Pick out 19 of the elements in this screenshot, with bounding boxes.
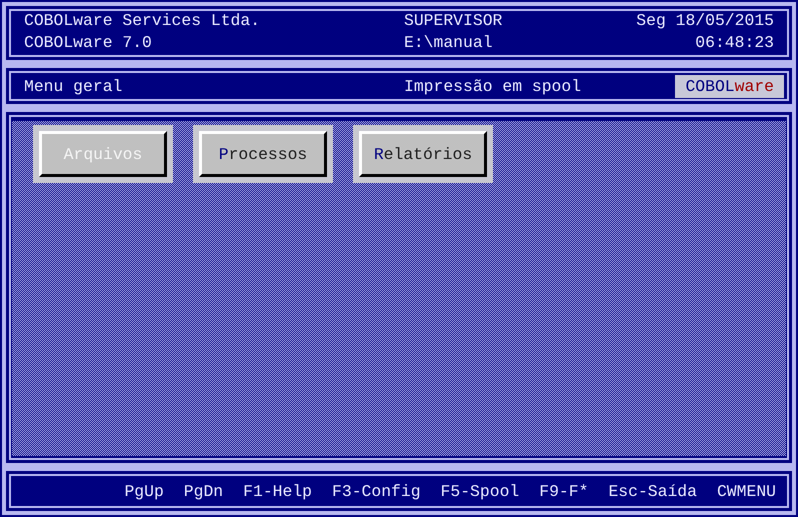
company-name: COBOLware Services Ltda. (24, 11, 262, 32)
menu-title: Menu geral (24, 76, 124, 96)
path-text: E:\manual (404, 33, 494, 54)
function-key[interactable]: PgDn (184, 482, 224, 500)
function-key[interactable]: F1-Help (243, 482, 312, 500)
function-key[interactable]: CWMENU (716, 482, 776, 500)
user-name: SUPERVISOR (404, 11, 504, 32)
function-key[interactable]: F9-F* (539, 482, 588, 500)
menu-button[interactable]: Processos (199, 131, 327, 177)
time-text: 06:48:23 (694, 33, 774, 54)
function-key[interactable]: F3-Config (332, 482, 421, 500)
logo: COBOLware (675, 74, 784, 98)
function-key[interactable]: PgUp (124, 482, 164, 500)
menu-button[interactable]: Relatórios (359, 131, 487, 177)
function-key[interactable]: Esc-Saída (608, 482, 697, 500)
status-text: Impressão em spool (404, 76, 582, 96)
product-version: COBOLware 7.0 (24, 33, 153, 54)
date-text: Seg 18/05/2015 (636, 11, 774, 32)
function-key[interactable]: F5-Spool (440, 482, 520, 500)
